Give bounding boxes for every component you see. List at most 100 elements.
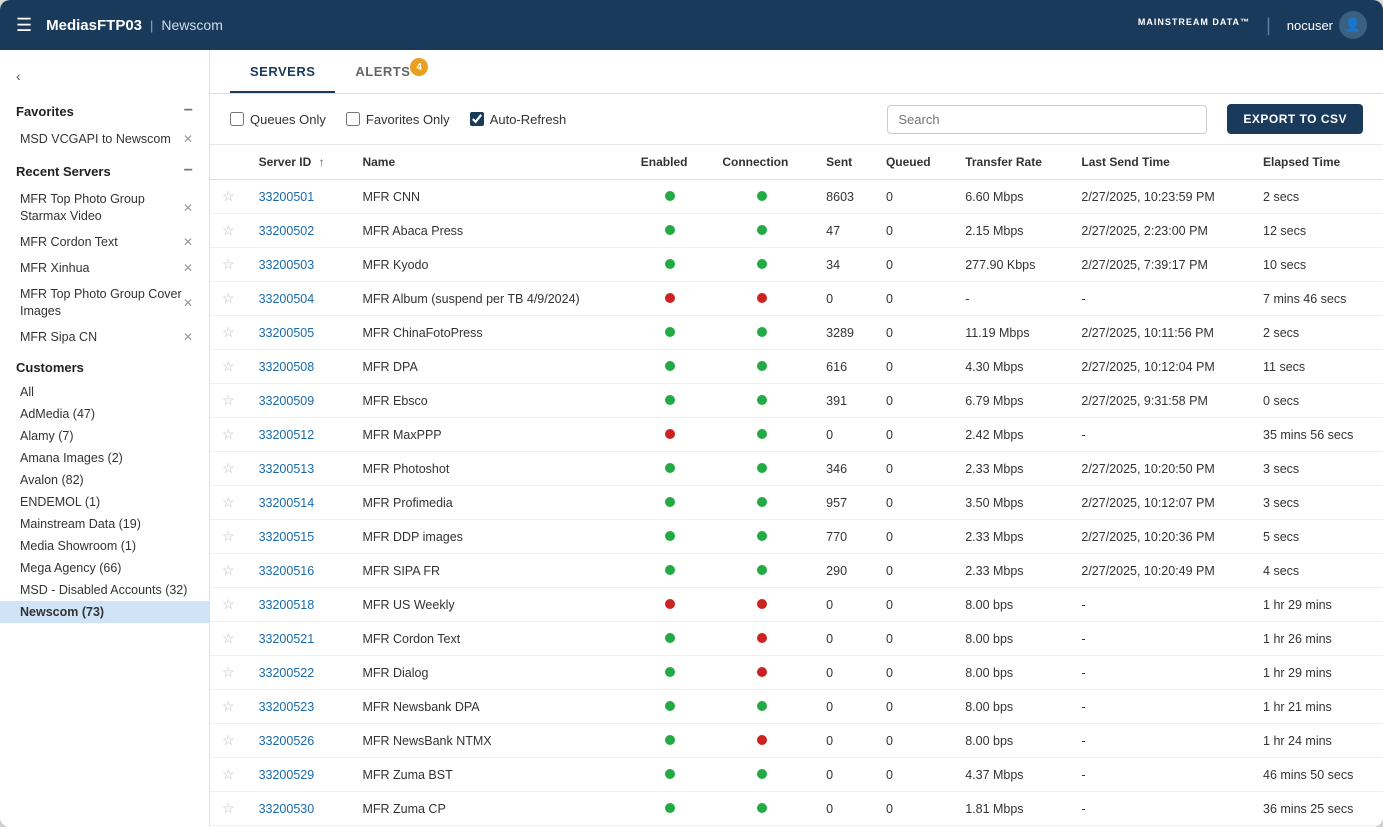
favorite-star-icon[interactable]: ☆ xyxy=(222,596,235,612)
enabled-cell xyxy=(629,452,711,486)
server-id-link[interactable]: 33200504 xyxy=(259,292,315,306)
customer-msd-disabled[interactable]: MSD - Disabled Accounts (32) xyxy=(0,579,209,601)
col-server-id[interactable]: Server ID ↑ xyxy=(247,145,351,180)
server-id-link[interactable]: 33200522 xyxy=(259,666,315,680)
recent-servers-collapse-icon[interactable]: − xyxy=(184,162,193,180)
server-id-link[interactable]: 33200501 xyxy=(259,190,315,204)
queued-cell: 0 xyxy=(874,214,953,248)
queues-only-checkbox-label[interactable]: Queues Only xyxy=(230,112,326,127)
recent-item-close-icon[interactable]: ✕ xyxy=(183,261,193,275)
customer-admedia[interactable]: AdMedia (47) xyxy=(0,403,209,425)
favorite-star-icon[interactable]: ☆ xyxy=(222,188,235,204)
server-id-link[interactable]: 33200503 xyxy=(259,258,315,272)
server-id-link[interactable]: 33200523 xyxy=(259,700,315,714)
favorites-item-msd-vcgapi[interactable]: MSD VCGAPI to Newscom ✕ xyxy=(0,126,209,152)
recent-item-xinhua[interactable]: MFR Xinhua ✕ xyxy=(0,255,209,281)
sidebar-back-button[interactable]: ‹ xyxy=(0,60,209,92)
customer-amana[interactable]: Amana Images (2) xyxy=(0,447,209,469)
queues-only-checkbox[interactable] xyxy=(230,112,244,126)
favorites-collapse-icon[interactable]: − xyxy=(184,102,193,120)
transfer-rate-cell: 4.37 Mbps xyxy=(953,758,1069,792)
col-connection: Connection xyxy=(710,145,814,180)
recent-item-starmax[interactable]: MFR Top Photo Group Starmax Video ✕ xyxy=(0,186,209,229)
favorite-star-icon[interactable]: ☆ xyxy=(222,494,235,510)
favorite-star-icon[interactable]: ☆ xyxy=(222,256,235,272)
server-id-link[interactable]: 33200509 xyxy=(259,394,315,408)
favorite-star-icon[interactable]: ☆ xyxy=(222,528,235,544)
enabled-cell xyxy=(629,316,711,350)
server-id-link[interactable]: 33200512 xyxy=(259,428,315,442)
server-id-link[interactable]: 33200515 xyxy=(259,530,315,544)
server-name-cell: MFR US Weekly xyxy=(350,588,628,622)
favorite-star-icon[interactable]: ☆ xyxy=(222,392,235,408)
favorite-star-icon[interactable]: ☆ xyxy=(222,800,235,816)
favorite-star-icon[interactable]: ☆ xyxy=(222,222,235,238)
customer-endemol[interactable]: ENDEMOL (1) xyxy=(0,491,209,513)
auto-refresh-checkbox-label[interactable]: Auto-Refresh xyxy=(470,112,567,127)
favorites-item-close-icon[interactable]: ✕ xyxy=(183,132,193,146)
servers-table: Server ID ↑ Name Enabled Connection Sent… xyxy=(210,145,1383,827)
server-id-link[interactable]: 33200513 xyxy=(259,462,315,476)
favorites-section-header: Favorites − xyxy=(0,92,209,126)
tab-alerts[interactable]: ALERTS 4 xyxy=(335,50,430,93)
connection-cell xyxy=(710,452,814,486)
customer-newscom[interactable]: Newscom (73) xyxy=(0,601,209,623)
recent-item-cordon[interactable]: MFR Cordon Text ✕ xyxy=(0,229,209,255)
transfer-rate-cell: 2.33 Mbps xyxy=(953,452,1069,486)
recent-item-close-icon[interactable]: ✕ xyxy=(183,235,193,249)
customer-mainstream[interactable]: Mainstream Data (19) xyxy=(0,513,209,535)
recent-item-sipa-cn[interactable]: MFR Sipa CN ✕ xyxy=(0,324,209,350)
server-name-cell: MFR Dialog xyxy=(350,656,628,690)
customer-alamy[interactable]: Alamy (7) xyxy=(0,425,209,447)
favorite-star-icon[interactable]: ☆ xyxy=(222,460,235,476)
recent-item-close-icon[interactable]: ✕ xyxy=(183,296,193,310)
customer-all[interactable]: All xyxy=(0,381,209,403)
recent-item-close-icon[interactable]: ✕ xyxy=(183,330,193,344)
favorite-star-icon[interactable]: ☆ xyxy=(222,732,235,748)
connection-status-dot xyxy=(757,531,767,541)
elapsed-time-cell: 5 secs xyxy=(1251,520,1383,554)
recent-item-close-icon[interactable]: ✕ xyxy=(183,201,193,215)
favorite-star-icon[interactable]: ☆ xyxy=(222,562,235,578)
server-id-link[interactable]: 33200505 xyxy=(259,326,315,340)
tab-servers[interactable]: SERVERS xyxy=(230,50,335,93)
last-send-time-cell: - xyxy=(1069,724,1251,758)
favorites-only-checkbox-label[interactable]: Favorites Only xyxy=(346,112,450,127)
hamburger-icon[interactable]: ☰ xyxy=(16,15,32,36)
customer-mega[interactable]: Mega Agency (66) xyxy=(0,557,209,579)
export-csv-button[interactable]: EXPORT TO CSV xyxy=(1227,104,1363,134)
favorite-star-icon[interactable]: ☆ xyxy=(222,324,235,340)
server-id-link[interactable]: 33200518 xyxy=(259,598,315,612)
elapsed-time-cell: 11 secs xyxy=(1251,350,1383,384)
server-id-link[interactable]: 33200526 xyxy=(259,734,315,748)
server-id-link[interactable]: 33200521 xyxy=(259,632,315,646)
favorite-star-icon[interactable]: ☆ xyxy=(222,664,235,680)
server-id-link[interactable]: 33200514 xyxy=(259,496,315,510)
user-avatar[interactable]: 👤 xyxy=(1339,11,1367,39)
server-id-link[interactable]: 33200516 xyxy=(259,564,315,578)
customer-avalon[interactable]: Avalon (82) xyxy=(0,469,209,491)
search-input[interactable] xyxy=(887,105,1207,134)
elapsed-time-cell: 2 secs xyxy=(1251,180,1383,214)
server-id-link[interactable]: 33200508 xyxy=(259,360,315,374)
favorites-only-checkbox[interactable] xyxy=(346,112,360,126)
favorite-star-icon[interactable]: ☆ xyxy=(222,290,235,306)
server-id-link[interactable]: 33200529 xyxy=(259,768,315,782)
server-id-link[interactable]: 33200502 xyxy=(259,224,315,238)
transfer-rate-cell: 1.81 Mbps xyxy=(953,792,1069,826)
star-cell: ☆ xyxy=(210,180,247,214)
tabs-bar: SERVERS ALERTS 4 xyxy=(210,50,1383,94)
recent-item-cover-images[interactable]: MFR Top Photo Group Cover Images ✕ xyxy=(0,281,209,324)
server-id-cell: 33200505 xyxy=(247,316,351,350)
favorite-star-icon[interactable]: ☆ xyxy=(222,426,235,442)
favorite-star-icon[interactable]: ☆ xyxy=(222,698,235,714)
transfer-rate-cell: 277.90 Kbps xyxy=(953,248,1069,282)
favorite-star-icon[interactable]: ☆ xyxy=(222,766,235,782)
elapsed-time-cell: 0 secs xyxy=(1251,384,1383,418)
last-send-time-cell: 2/27/2025, 10:12:07 PM xyxy=(1069,486,1251,520)
favorite-star-icon[interactable]: ☆ xyxy=(222,358,235,374)
auto-refresh-checkbox[interactable] xyxy=(470,112,484,126)
favorite-star-icon[interactable]: ☆ xyxy=(222,630,235,646)
customer-media-showroom[interactable]: Media Showroom (1) xyxy=(0,535,209,557)
server-id-link[interactable]: 33200530 xyxy=(259,802,315,816)
